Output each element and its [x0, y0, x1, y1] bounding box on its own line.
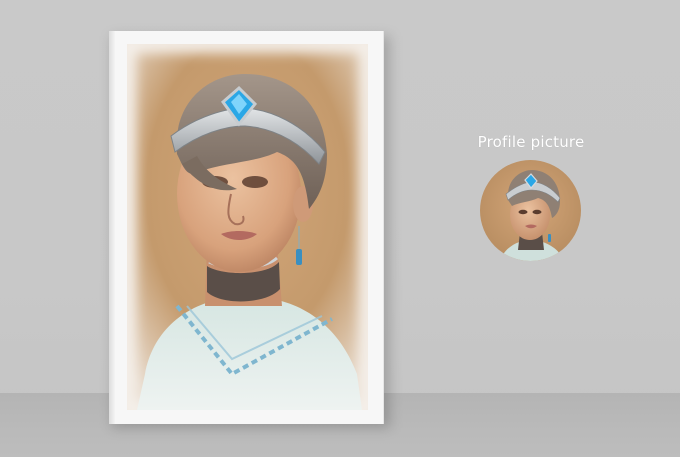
earring — [296, 249, 302, 265]
profile-picture-caption: Profile picture — [477, 133, 585, 151]
right-eye — [242, 176, 268, 188]
portrait-painting — [127, 44, 368, 410]
avatar-portrait — [480, 160, 581, 261]
poster-frame-edge — [109, 31, 115, 424]
profile-avatar — [480, 160, 581, 261]
